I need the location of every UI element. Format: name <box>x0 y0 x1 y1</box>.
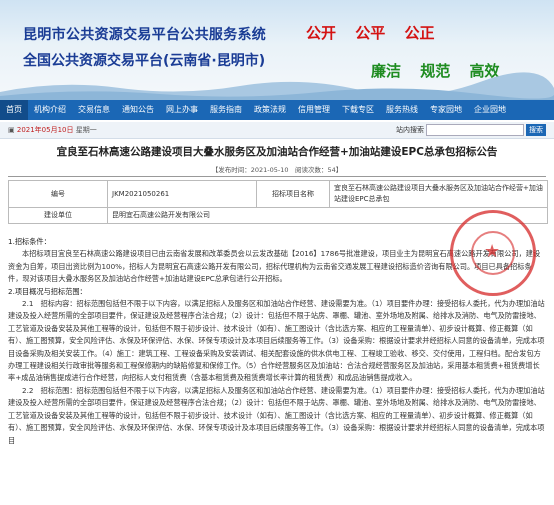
motto-red-3: 公正 <box>404 24 435 42</box>
value-number: JKM2021050261 <box>107 180 257 208</box>
nav-item-hotline[interactable]: 服务热线 <box>380 100 424 120</box>
date-text: 2021年05月10日 <box>16 126 74 134</box>
nav-item-downloads[interactable]: 下载专区 <box>336 100 380 120</box>
seal-star-icon: ★ <box>484 241 501 262</box>
motto-red-2: 公平 <box>355 24 386 42</box>
site-title-line1: 昆明市公共资源交易平台公共服务系统 <box>23 27 267 43</box>
nav-item-notices[interactable]: 通知公告 <box>116 100 160 120</box>
nav-item-policy[interactable]: 政策法规 <box>248 100 292 120</box>
article-meta: 【发布时间：2021-05-10 阅读次数：54】 <box>211 166 343 174</box>
value-project-name: 宜良至石林高速公路建设项目大叠水服务区及加油站合作经营+加油站建设EPC总承包 <box>329 180 548 208</box>
paragraph-3: 2.2 招标范围：招标范围包括但不限于以下内容，以满足招标人及服务区和加油站合作… <box>8 385 545 445</box>
site-title-line2: 全国公共资源交易平台(云南省·昆明市) <box>23 53 266 69</box>
paragraph-2: 2.1 招标内容：招标范围包括但不限于以下内容，以满足招标人及服务区和加油站合作… <box>8 299 545 383</box>
scenery-illustration <box>0 72 554 100</box>
header-banner: 昆明市公共资源交易平台公共服务系统 全国公共资源交易平台(云南省·昆明市) 公开… <box>0 0 554 100</box>
search-input[interactable] <box>426 124 524 136</box>
nav-item-trade-info[interactable]: 交易信息 <box>72 100 116 120</box>
main-nav: 首页 机构介绍 交易信息 通知公告 网上办事 服务指南 政策法规 信用管理 下载… <box>0 100 554 120</box>
label-project-name: 招标项目名称 <box>256 180 330 208</box>
search-button[interactable]: 搜索 <box>526 124 546 136</box>
nav-item-guide[interactable]: 服务指南 <box>204 100 248 120</box>
label-number: 编号 <box>8 180 108 208</box>
nav-item-online-service[interactable]: 网上办事 <box>160 100 204 120</box>
weekday-text: 星期一 <box>75 126 97 134</box>
article-title: 宜良至石林高速公路建设项目大叠水服务区及加油站合作经营+加油站建设EPC总承包招… <box>56 146 498 158</box>
sub-bar: ▣ 2021年05月10日 星期一 站内搜索 搜索 <box>0 122 554 139</box>
nav-item-about[interactable]: 机构介绍 <box>28 100 72 120</box>
nav-item-credit[interactable]: 信用管理 <box>292 100 336 120</box>
section-heading-2: 2.项目概况与招标范围： <box>8 286 87 296</box>
motto-red: 公开 公平 公正 <box>306 22 449 43</box>
search-label: 站内搜索 <box>396 126 424 134</box>
motto-red-1: 公开 <box>306 24 337 42</box>
label-builder: 建设单位 <box>8 207 108 224</box>
divider <box>8 176 546 177</box>
nav-item-enterprise[interactable]: 企业园地 <box>468 100 512 120</box>
nav-item-home[interactable]: 首页 <box>0 100 28 120</box>
table-row: 编号 JKM2021050261 招标项目名称 宜良至石林高速公路建设项目大叠水… <box>8 180 548 208</box>
nav-item-experts[interactable]: 专家园地 <box>424 100 468 120</box>
current-date: ▣ 2021年05月10日 星期一 <box>8 125 97 135</box>
calendar-icon: ▣ <box>8 126 15 134</box>
official-seal-watermark: ★ <box>450 210 536 296</box>
